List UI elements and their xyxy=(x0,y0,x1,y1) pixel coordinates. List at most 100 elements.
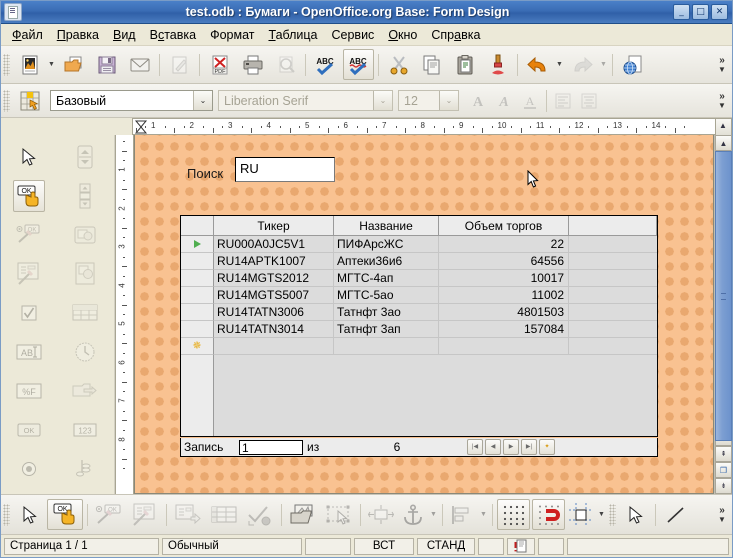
first-record-button[interactable]: |◀ xyxy=(467,439,483,455)
search-input[interactable]: RU xyxy=(235,157,335,182)
form-toolbar-overflow[interactable]: » ▼ xyxy=(714,84,730,117)
font-name-combo[interactable]: Liberation Serif ⌄ xyxy=(218,90,393,111)
previous-page-button[interactable]: ⇞ xyxy=(715,446,732,462)
line-button[interactable] xyxy=(660,499,691,530)
cell-blank[interactable] xyxy=(569,253,657,270)
design-mode-button[interactable]: OK xyxy=(47,499,83,530)
vertical-ruler[interactable]: 1 2 3 4 5 6 7 8 xyxy=(115,135,134,494)
horizontal-ruler[interactable]: 1 2 3 4 5 6 7 8 9 10 11 12 13 14 xyxy=(132,118,715,135)
last-record-button[interactable]: ▶| xyxy=(521,439,537,455)
grid-column-header-name[interactable]: Название xyxy=(334,216,439,236)
table-grid-control[interactable]: Тикер Название Объем торгов RU000A0JC5V1… xyxy=(180,215,658,437)
previous-record-button[interactable]: ◀ xyxy=(485,439,501,455)
align-dropdown[interactable]: ▼ xyxy=(478,500,489,529)
check-box-button[interactable] xyxy=(13,297,45,329)
cell-ticker[interactable]: RU14TATN3006 xyxy=(214,304,334,321)
status-insert-mode[interactable]: ВСТ xyxy=(354,537,414,555)
form-design-canvas[interactable]: Поиск RU Тикер Название Объем торгов RU0… xyxy=(134,135,714,494)
email-button[interactable] xyxy=(124,49,155,80)
formatted-field-button[interactable]: %F xyxy=(13,375,45,407)
cell-ticker[interactable]: RU14MGTS5007 xyxy=(214,287,334,304)
menu-help[interactable]: Справка xyxy=(424,26,487,44)
image-control-button[interactable] xyxy=(69,258,101,290)
table-row[interactable]: RU14APTK1007 Аптеки36и6 64556 xyxy=(181,253,657,270)
font-size-combo[interactable]: 12 ⌄ xyxy=(398,90,459,111)
print-preview-button[interactable] xyxy=(270,49,301,80)
edit-file-button[interactable] xyxy=(164,49,195,80)
cell-volume[interactable]: 4801503 xyxy=(439,304,569,321)
scroll-bar-button[interactable] xyxy=(69,180,101,212)
image-button-button[interactable] xyxy=(69,219,101,251)
toolbar-grip[interactable] xyxy=(609,503,616,526)
navigation-button[interactable]: ❐ xyxy=(715,462,732,478)
vertical-scrollbar[interactable]: ▲ ▼ ⇞ ❐ ⇟ xyxy=(714,135,732,494)
row-selector-new[interactable]: ✵ xyxy=(181,338,214,355)
menu-view[interactable]: Вид xyxy=(106,26,143,44)
cell-blank[interactable] xyxy=(569,304,657,321)
align-left-button[interactable] xyxy=(550,88,576,113)
bold-button[interactable]: A xyxy=(465,88,491,113)
new-record-button[interactable]: ✦ xyxy=(539,439,555,455)
menu-file[interactable]: ФФайлайл xyxy=(5,26,50,44)
spelling-button[interactable]: ABC xyxy=(310,49,341,80)
select-tool-button[interactable] xyxy=(620,499,651,530)
cell-blank[interactable] xyxy=(569,287,657,304)
display-grid-button[interactable] xyxy=(497,499,530,530)
cell-name[interactable]: МГТС-4ап xyxy=(334,270,439,287)
cell-name[interactable]: МГТС-5ао xyxy=(334,287,439,304)
print-button[interactable] xyxy=(237,49,268,80)
next-record-button[interactable]: ▶ xyxy=(503,439,519,455)
new-doc-button[interactable] xyxy=(14,49,45,80)
push-button-button[interactable]: OK xyxy=(13,414,45,446)
chevron-down-icon[interactable]: ⌄ xyxy=(373,91,392,110)
cell-ticker[interactable]: RU000A0JC5V1 xyxy=(214,236,334,253)
text-box-button[interactable]: AB xyxy=(13,336,45,368)
row-selector[interactable] xyxy=(181,304,214,321)
helplines-while-moving-button[interactable] xyxy=(567,499,595,530)
table-row[interactable]: RU14MGTS2012 МГТС-4ап 10017 xyxy=(181,270,657,287)
italic-button[interactable]: A xyxy=(491,88,517,113)
standard-toolbar-overflow[interactable]: » ▼ xyxy=(714,46,730,83)
cell-name[interactable]: Татнфт 3ао xyxy=(334,304,439,321)
select-pointer-button[interactable] xyxy=(13,141,45,173)
numeric-field-button[interactable]: 123 xyxy=(69,414,101,446)
activation-order-button[interactable] xyxy=(243,499,277,530)
align-center-button[interactable] xyxy=(576,88,602,113)
undo-dropdown[interactable]: ▼ xyxy=(554,50,565,79)
position-size-button[interactable] xyxy=(365,499,397,530)
record-number-input[interactable]: 1 xyxy=(239,439,303,455)
table-row[interactable]: RU000A0JC5V1 ПИФАрсЖС 22 xyxy=(181,236,657,253)
cell-volume[interactable]: 22 xyxy=(439,236,569,253)
currency-field-button[interactable] xyxy=(69,453,101,485)
status-modified[interactable] xyxy=(507,537,535,555)
bottom-toolbar-overflow[interactable]: » ▼ xyxy=(714,495,730,534)
menu-table[interactable]: Таблица xyxy=(261,26,324,44)
minimize-button[interactable]: _ xyxy=(673,4,690,20)
cell-blank[interactable] xyxy=(569,321,657,338)
next-page-button[interactable]: ⇟ xyxy=(715,478,732,494)
row-selector[interactable] xyxy=(181,287,214,304)
file-selection-button[interactable] xyxy=(69,375,101,407)
row-selector-current[interactable] xyxy=(181,236,214,253)
cell-ticker[interactable]: RU14MGTS2012 xyxy=(214,270,334,287)
grid-column-header-ticker[interactable]: Тикер xyxy=(214,216,334,236)
scroll-up-button[interactable]: ▲ xyxy=(715,135,732,151)
menu-edit[interactable]: Правка xyxy=(50,26,106,44)
undo-button[interactable] xyxy=(522,49,553,80)
table-control-bar-button[interactable] xyxy=(207,499,241,530)
form-navigator-button[interactable] xyxy=(171,499,205,530)
export-pdf-button[interactable]: PDF xyxy=(204,49,235,80)
cell-volume[interactable]: 157084 xyxy=(439,321,569,338)
status-selection-mode[interactable]: СТАНД xyxy=(417,537,475,555)
cut-button[interactable] xyxy=(383,49,414,80)
anchor-button[interactable] xyxy=(399,499,427,530)
control-wizards-button[interactable]: OK xyxy=(92,499,126,530)
clone-formatting-button[interactable] xyxy=(482,49,513,80)
snap-to-grid-button[interactable] xyxy=(532,499,565,530)
spin-button-button[interactable] xyxy=(69,141,101,173)
menu-insert[interactable]: Вставка xyxy=(143,26,203,44)
cell-name[interactable]: ПИФАрсЖС xyxy=(334,236,439,253)
toolbar-grip[interactable] xyxy=(3,89,10,112)
hyperlink-button[interactable] xyxy=(617,49,648,80)
cell-ticker[interactable]: RU14APTK1007 xyxy=(214,253,334,270)
